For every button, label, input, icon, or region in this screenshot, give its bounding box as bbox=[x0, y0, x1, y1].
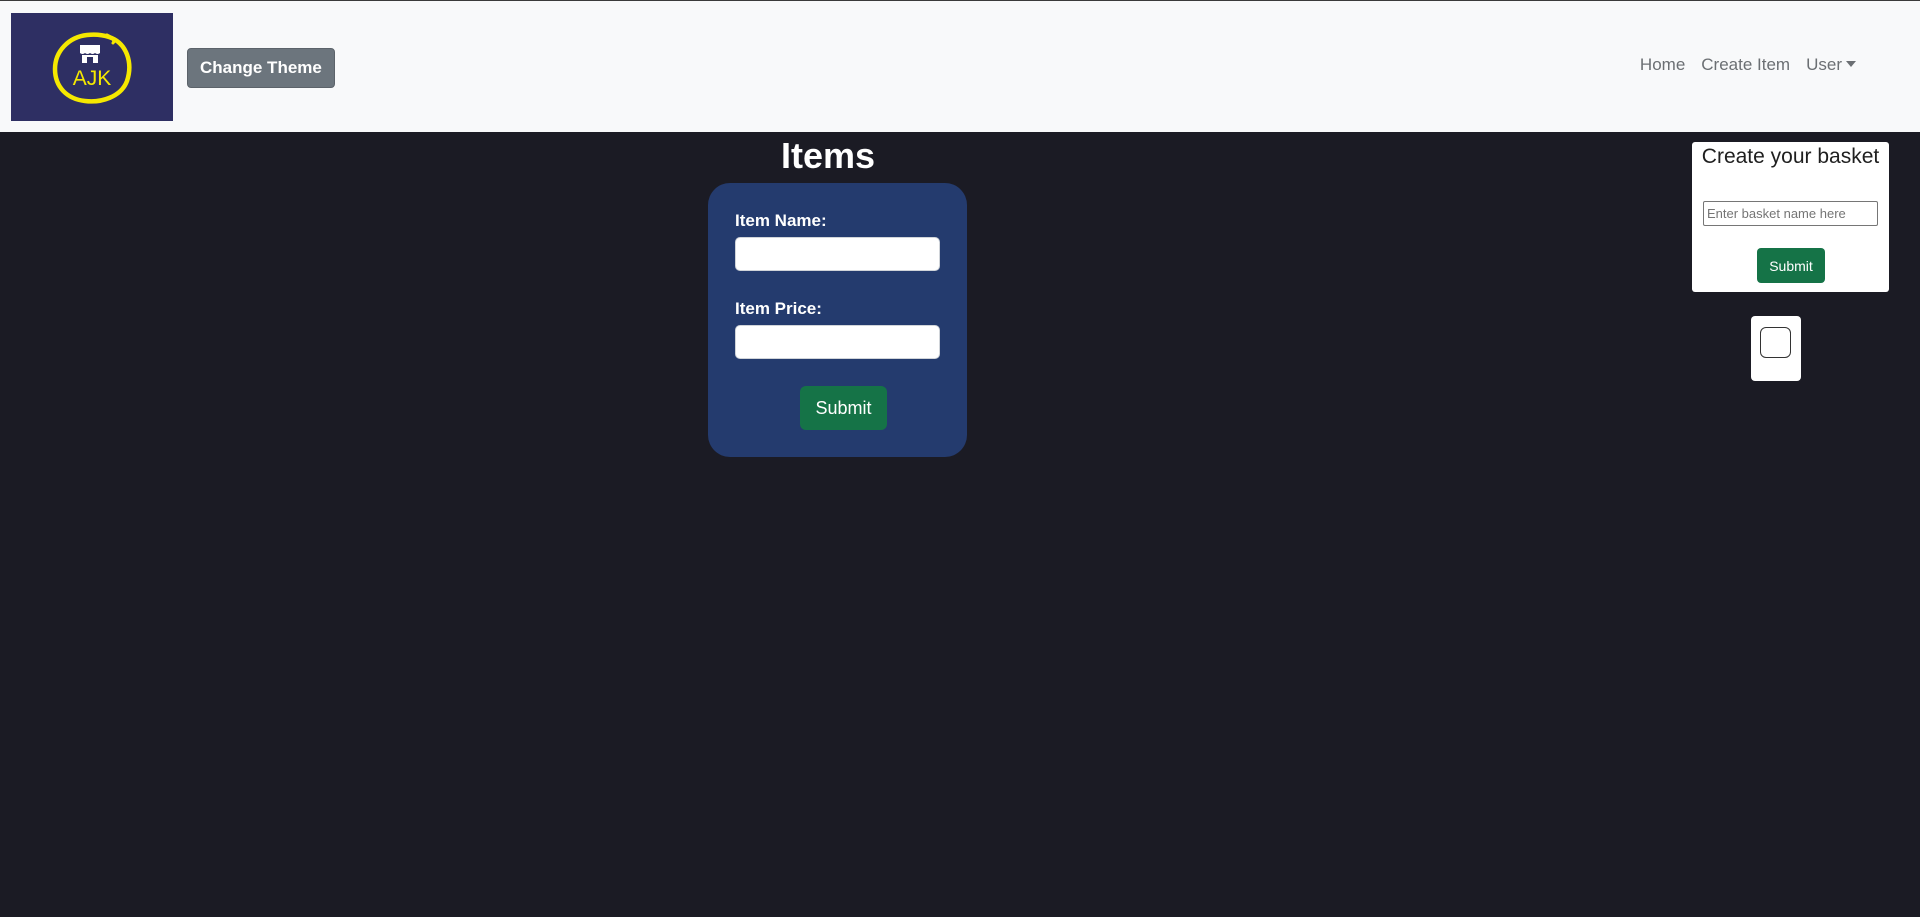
create-item-form: Item Name: Item Price: Submit bbox=[708, 183, 967, 457]
shop-icon bbox=[80, 45, 100, 63]
nav-create-item-link[interactable]: Create Item bbox=[1701, 55, 1790, 75]
basket-submit-button[interactable]: Submit bbox=[1757, 248, 1825, 283]
navbar: AJK Change Theme Home Create Item User bbox=[0, 1, 1920, 132]
basket-name-input[interactable] bbox=[1703, 201, 1878, 226]
logo-text: AJK bbox=[73, 67, 112, 90]
basket-card: Create your basket Submit bbox=[1692, 142, 1889, 292]
item-price-input[interactable] bbox=[735, 325, 940, 359]
logo[interactable]: AJK bbox=[11, 13, 173, 121]
basket-title: Create your basket bbox=[1701, 145, 1880, 168]
logo-emblem: AJK bbox=[52, 32, 132, 104]
nav-home-link[interactable]: Home bbox=[1640, 55, 1685, 75]
nav-links: Home Create Item User bbox=[1640, 55, 1856, 75]
item-name-input[interactable] bbox=[735, 237, 940, 271]
item-submit-button[interactable]: Submit bbox=[800, 386, 887, 430]
nav-user-label: User bbox=[1806, 55, 1842, 74]
checkbox-card bbox=[1751, 316, 1801, 381]
nav-user-dropdown[interactable]: User bbox=[1806, 55, 1856, 75]
caret-down-icon bbox=[1846, 60, 1856, 67]
item-name-label: Item Name: bbox=[735, 211, 827, 230]
item-price-label: Item Price: bbox=[735, 299, 822, 318]
page-title: Items bbox=[780, 135, 876, 176]
basket-checkbox[interactable] bbox=[1760, 327, 1791, 358]
change-theme-button[interactable]: Change Theme bbox=[187, 48, 335, 88]
